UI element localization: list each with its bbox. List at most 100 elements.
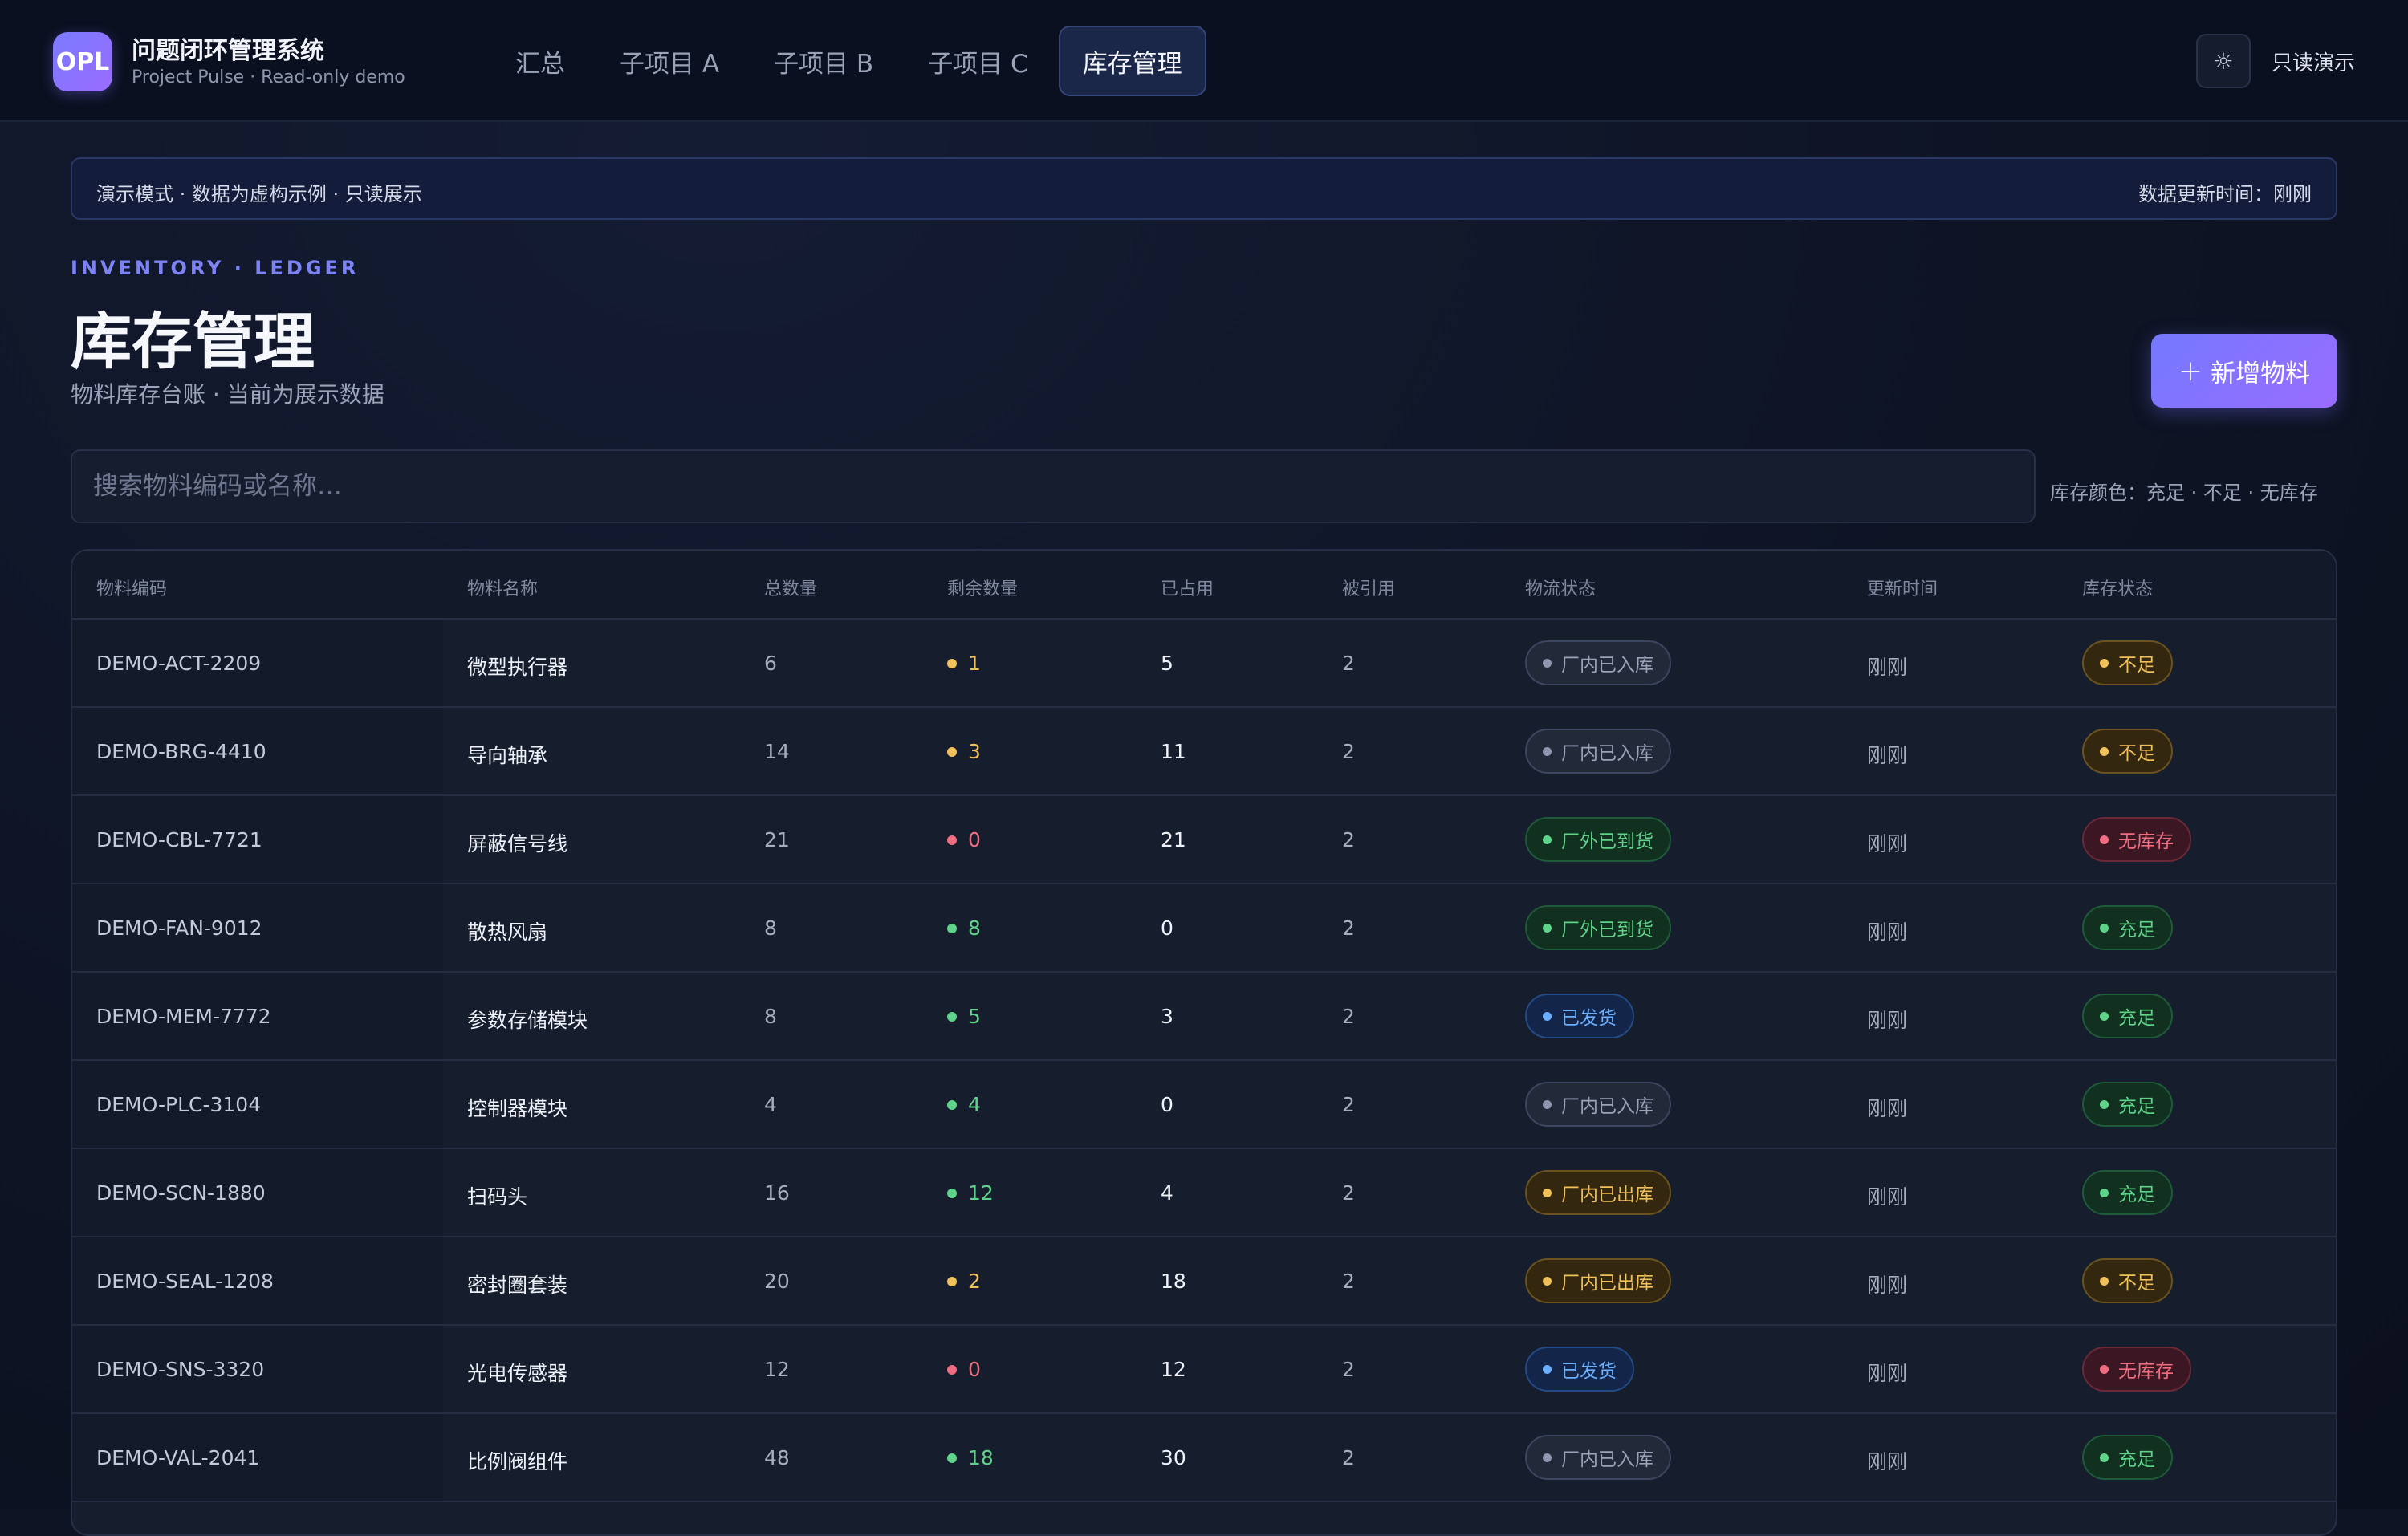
logistics-label: 厂内已入库	[1561, 1096, 1653, 1117]
status-dot-icon	[1543, 746, 1552, 756]
col-header-used[interactable]: 已占用	[1161, 575, 1214, 600]
col-header-total[interactable]: 总数量	[764, 575, 817, 600]
table-row[interactable]: DEMO-BRG-4410 导向轴承 14 3 11 2 厂内已入库 刚刚 不足	[72, 708, 2336, 796]
table-row[interactable]: DEMO-MEM-7772 参数存储模块 8 5 3 2 已发货 刚刚 充足	[72, 973, 2336, 1061]
level-dot-icon	[947, 1011, 957, 1022]
update-time: 刚刚	[1867, 1450, 1908, 1473]
remain-qty: 2	[947, 1270, 981, 1293]
status-dot-icon	[1543, 1099, 1552, 1109]
logistics-label: 厂外已到货	[1561, 831, 1653, 852]
ref-count: 2	[1342, 1005, 1355, 1028]
total-qty: 12	[764, 1358, 790, 1381]
table-row[interactable]: DEMO-SNS-3320 光电传感器 12 0 12 2 已发货 刚刚 无库存	[72, 1326, 2336, 1414]
total-qty: 16	[764, 1181, 790, 1205]
remain-qty-value: 0	[968, 828, 981, 851]
logistics-badge: 厂内已入库	[1525, 729, 1671, 774]
total-qty: 14	[764, 740, 790, 763]
stock-status-badge: 充足	[2082, 1435, 2173, 1480]
stock-status-badge: 无库存	[2082, 1347, 2191, 1392]
logistics-badge: 厂外已到货	[1525, 905, 1671, 950]
stock-status-label: 充足	[2118, 1008, 2155, 1029]
status-dot-icon	[2100, 1364, 2109, 1374]
logistics-label: 厂内已入库	[1561, 1449, 1653, 1470]
status-dot-icon	[1543, 658, 1552, 668]
material-name: 微型执行器	[467, 656, 568, 679]
page-title: 库存管理	[71, 306, 315, 377]
table-row[interactable]: DEMO-PLC-3104 控制器模块 4 4 0 2 厂内已入库 刚刚 充足	[72, 1061, 2336, 1149]
col-header-ref[interactable]: 被引用	[1342, 575, 1395, 600]
col-header-code[interactable]: 物料编码	[96, 575, 167, 600]
logistics-label: 厂内已入库	[1561, 743, 1653, 764]
tab-subproject-a[interactable]: 子项目 A	[596, 26, 743, 96]
stock-status-label: 充足	[2118, 1096, 2155, 1117]
status-dot-icon	[2100, 746, 2109, 756]
remain-qty-value: 3	[968, 740, 981, 763]
status-dot-icon	[1543, 835, 1552, 844]
remain-qty: 18	[947, 1446, 994, 1469]
tab-inventory[interactable]: 库存管理	[1058, 26, 1206, 96]
logistics-badge: 已发货	[1525, 1347, 1634, 1392]
material-name: 屏蔽信号线	[467, 832, 568, 855]
col-header-time[interactable]: 更新时间	[1867, 575, 1938, 600]
stock-status-label: 不足	[2118, 1273, 2155, 1294]
status-dot-icon	[2100, 1011, 2109, 1021]
page-eyebrow: INVENTORY · LEDGER	[71, 257, 360, 279]
status-dot-icon	[2100, 658, 2109, 668]
app-logo[interactable]: OPL	[53, 32, 112, 91]
stock-status-badge: 充足	[2082, 1170, 2173, 1215]
tab-subproject-c[interactable]: 子项目 C	[904, 26, 1052, 96]
table-row[interactable]: DEMO-SEAL-1208 密封圈套装 20 2 18 2 厂内已出库 刚刚 不足	[72, 1237, 2336, 1326]
search-input[interactable]	[71, 449, 2036, 523]
material-name: 参数存储模块	[467, 1009, 588, 1032]
remain-qty-value: 18	[968, 1446, 994, 1469]
remain-qty: 8	[947, 916, 981, 940]
update-time: 刚刚	[1867, 1362, 1908, 1385]
logistics-label: 厂内已入库	[1561, 655, 1653, 676]
stock-status-badge: 不足	[2082, 640, 2173, 685]
logistics-label: 厂内已出库	[1561, 1185, 1653, 1205]
material-code: DEMO-VAL-2041	[96, 1446, 260, 1469]
table-row[interactable]: DEMO-CBL-7721 屏蔽信号线 21 0 21 2 厂外已到货 刚刚 无库存	[72, 796, 2336, 884]
tab-summary[interactable]: 汇总	[491, 26, 589, 96]
col-header-name[interactable]: 物料名称	[467, 575, 538, 600]
level-dot-icon	[947, 1099, 957, 1110]
table-row[interactable]: DEMO-ACT-2209 微型执行器 6 1 5 2 厂内已入库 刚刚 不足	[72, 620, 2336, 708]
used-qty: 30	[1161, 1446, 1186, 1469]
ref-count: 2	[1342, 652, 1355, 675]
col-header-stock[interactable]: 库存状态	[2082, 575, 2153, 600]
theme-toggle-button[interactable]: ☼	[2196, 34, 2251, 88]
table-row[interactable]: DEMO-VAL-2041 比例阀组件 48 18 30 2 厂内已入库 刚刚 充足	[72, 1414, 2336, 1502]
logistics-label: 厂外已到货	[1561, 920, 1653, 941]
used-qty: 3	[1161, 1005, 1173, 1028]
col-header-logistics[interactable]: 物流状态	[1525, 575, 1596, 600]
ref-count: 2	[1342, 1358, 1355, 1381]
update-time: 刚刚	[1867, 1097, 1908, 1120]
tab-subproject-b[interactable]: 子项目 B	[750, 26, 897, 96]
used-qty: 11	[1161, 740, 1186, 763]
remain-qty-value: 1	[968, 652, 981, 675]
page-subtitle: 物料库存台账 · 当前为展示数据	[71, 381, 384, 408]
total-qty: 4	[764, 1093, 777, 1116]
add-material-button[interactable]: + 新增物料	[2151, 334, 2337, 408]
used-qty: 12	[1161, 1358, 1186, 1381]
remain-qty-value: 12	[968, 1181, 994, 1205]
update-time: 刚刚	[1867, 1274, 1908, 1297]
status-dot-icon	[1543, 1364, 1552, 1374]
remain-qty-value: 4	[968, 1093, 981, 1116]
material-code: DEMO-CBL-7721	[96, 828, 262, 851]
stock-color-legend: 库存颜色：充足 · 不足 · 无库存	[2050, 482, 2318, 504]
remain-qty: 3	[947, 740, 981, 763]
stock-status-label: 充足	[2118, 1449, 2155, 1470]
status-dot-icon	[2100, 1453, 2109, 1462]
status-dot-icon	[1543, 1453, 1552, 1462]
table-row[interactable]: DEMO-SCN-1880 扫码头 16 12 4 2 厂内已出库 刚刚 充足	[72, 1149, 2336, 1237]
material-name: 控制器模块	[467, 1097, 568, 1120]
remain-qty: 12	[947, 1181, 994, 1205]
status-dot-icon	[2100, 1099, 2109, 1109]
material-code: DEMO-MEM-7772	[96, 1005, 271, 1028]
total-qty: 8	[764, 1005, 777, 1028]
table-row[interactable]: DEMO-FAN-9012 散热风扇 8 8 0 2 厂外已到货 刚刚 充足	[72, 884, 2336, 973]
material-name: 密封圈套装	[467, 1274, 568, 1297]
col-header-remain[interactable]: 剩余数量	[947, 575, 1018, 600]
used-qty: 5	[1161, 652, 1173, 675]
